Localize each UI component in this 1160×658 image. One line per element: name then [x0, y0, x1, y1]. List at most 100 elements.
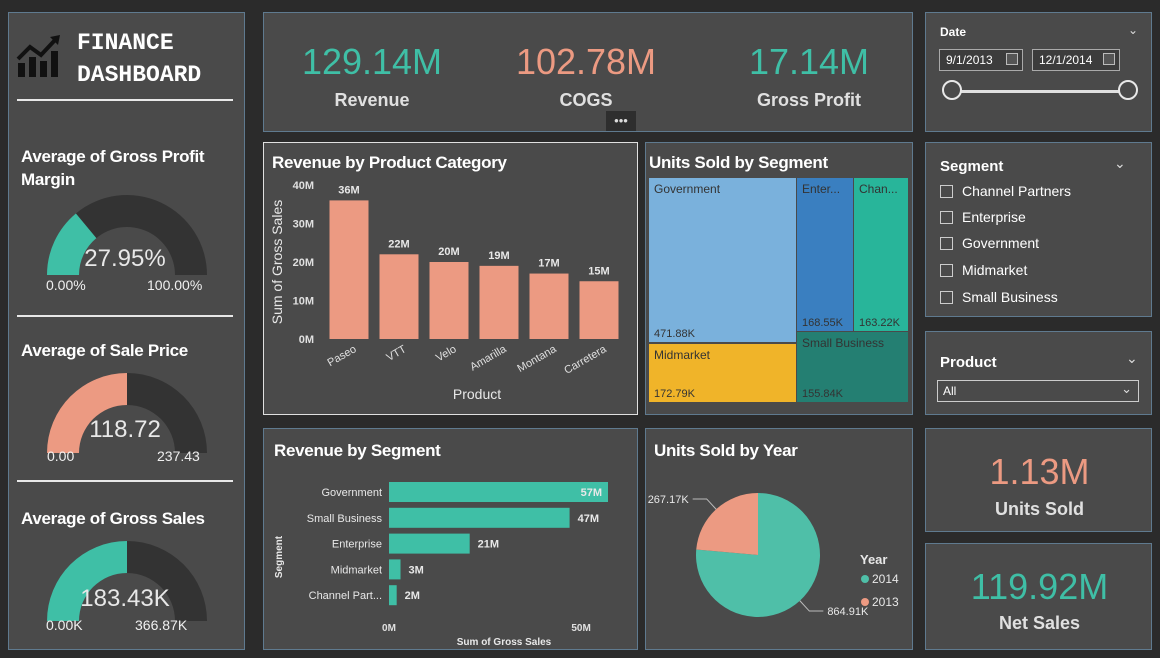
gauge-min: 0.00: [47, 448, 75, 464]
y-tick-label: 0M: [299, 334, 314, 346]
treemap-value: 163.22K: [859, 317, 900, 329]
date-slicer: Date ⌄ 9/1/2013 12/1/2014: [925, 12, 1152, 132]
date-range-track[interactable]: [952, 90, 1130, 93]
bar: [329, 200, 369, 339]
cogs-value: 102.78M: [515, 41, 657, 82]
segment-option[interactable]: Small Business: [940, 286, 1058, 308]
treemap-cell-channel-partners[interactable]: Chan... 163.22K: [853, 177, 909, 332]
pie-data-label: 864.91K: [827, 606, 869, 618]
bar-data-label: 21M: [478, 539, 499, 551]
dashboard-title: FINANCE DASHBOARD: [77, 27, 201, 91]
segment-slicer-title: Segment: [940, 158, 1004, 175]
bar-data-label: 19M: [488, 250, 509, 262]
legend-label: 2014: [872, 572, 899, 586]
treemap-cell-government[interactable]: Government 471.88K: [648, 177, 798, 343]
gauge-min: 0.00%: [46, 277, 86, 293]
trend-chart-icon: [16, 35, 60, 77]
product-dropdown-value: All: [943, 384, 957, 398]
bar: [579, 281, 619, 339]
x-tick-label: 0M: [382, 623, 396, 634]
segment-option-label: Channel Partners: [962, 183, 1071, 199]
cogs-label: COGS: [559, 90, 613, 110]
hbar-chart-svg: Government 57M Small Business 47M Enterprise…: [274, 482, 608, 648]
pie-slice: [696, 493, 758, 555]
x-axis-title: Sum of Gross Sales: [457, 637, 552, 648]
units-by-year-pie: Units Sold by Year 864.91K 267.17K Year 201…: [645, 428, 913, 650]
calendar-icon[interactable]: [1103, 53, 1115, 65]
gauge-value: 183.43K: [80, 585, 170, 612]
chevron-down-icon[interactable]: ⌄: [1126, 350, 1138, 367]
bar: [389, 482, 608, 502]
gross-profit-label: Gross Profit: [756, 90, 862, 110]
revenue-by-product-chart: Revenue by Product Category 0M 10M 20M 30M 4…: [263, 142, 638, 415]
checkbox[interactable]: [940, 184, 953, 198]
chevron-down-icon[interactable]: ⌄: [1114, 155, 1126, 172]
bar-data-label: 17M: [538, 258, 559, 270]
checkbox[interactable]: [940, 263, 953, 277]
bar-data-label: 22M: [388, 238, 409, 250]
treemap-label: Government: [654, 182, 721, 196]
bar-data-label: 57M: [581, 487, 602, 499]
treemap-label: Midmarket: [654, 348, 711, 362]
treemap-cell-midmarket[interactable]: Midmarket 172.79K: [648, 343, 798, 403]
bar-data-label: 20M: [438, 246, 459, 258]
end-date-value: 12/1/2014: [1039, 53, 1093, 67]
segment-option[interactable]: Channel Partners: [940, 180, 1071, 202]
gauge-max: 237.43: [157, 448, 200, 464]
more-options-button[interactable]: •••: [606, 111, 636, 131]
segment-option-label: Small Business: [962, 289, 1058, 305]
pie-leader-line: [692, 498, 717, 510]
gauge-gross-sales: [47, 541, 207, 621]
y-tick-label: Enterprise: [332, 539, 382, 551]
bar: [529, 273, 569, 339]
x-tick-label: Paseo: [325, 343, 358, 369]
x-tick-label: Amarilla: [468, 343, 509, 374]
chevron-down-icon: ⌄: [1121, 381, 1132, 396]
checkbox[interactable]: [940, 236, 953, 250]
legend-label: 2013: [872, 595, 899, 609]
bar-data-label: 15M: [588, 265, 609, 277]
checkbox[interactable]: [940, 290, 953, 304]
bar: [389, 559, 401, 580]
treemap-cell-enterprise[interactable]: Enter... 168.55K: [796, 177, 854, 332]
x-tick-label: Montana: [515, 343, 559, 375]
chevron-down-icon[interactable]: ⌄: [1128, 23, 1138, 37]
checkbox[interactable]: [940, 210, 953, 224]
segment-option[interactable]: Midmarket: [940, 259, 1027, 281]
product-slicer-title: Product: [940, 354, 997, 371]
end-date-input[interactable]: 12/1/2014: [1032, 49, 1120, 71]
bar-chart-svg: 0M 10M 20M 30M 40M 36M Paseo 22M VTT 20M Velo 19M Am…: [269, 180, 619, 402]
legend-marker: [861, 598, 869, 606]
x-axis-title: Product: [453, 386, 501, 402]
bar: [379, 254, 419, 339]
y-tick-label: 20M: [293, 257, 314, 269]
bar-data-label: 2M: [405, 590, 420, 602]
segment-option[interactable]: Government: [940, 232, 1039, 254]
treemap-value: 172.79K: [654, 388, 695, 400]
treemap-cell-small-business[interactable]: Small Business 155.84K: [796, 331, 909, 403]
gauge-max: 100.00%: [147, 277, 203, 293]
bar: [389, 507, 570, 528]
gauges-panel: FINANCE DASHBOARD Average of Gross Profi…: [8, 12, 245, 650]
start-date-input[interactable]: 9/1/2013: [939, 49, 1023, 71]
segment-option-label: Midmarket: [962, 262, 1028, 278]
product-dropdown[interactable]: All ⌄: [937, 380, 1139, 402]
gauge-value: 27.95%: [84, 245, 166, 272]
divider: [17, 99, 233, 101]
range-end-handle[interactable]: [1118, 80, 1138, 100]
range-start-handle[interactable]: [942, 80, 962, 100]
title-line2: DASHBOARD: [77, 62, 202, 88]
x-tick-label: Velo: [434, 343, 459, 364]
segment-option[interactable]: Enterprise: [940, 206, 1026, 228]
bar-data-label: 47M: [578, 513, 599, 525]
gauge-max: 366.87K: [135, 617, 188, 633]
treemap-label: Chan...: [859, 182, 898, 196]
units-sold-label: Units Sold: [995, 499, 1084, 519]
treemap-value: 168.55K: [802, 317, 843, 329]
net-sales-label: Net Sales: [998, 613, 1081, 633]
bar: [479, 265, 519, 339]
x-tick-label: VTT: [385, 343, 409, 364]
pie-leader-line: [799, 600, 824, 612]
units-sold-value: 1.13M: [989, 451, 1090, 492]
calendar-icon[interactable]: [1006, 53, 1018, 65]
